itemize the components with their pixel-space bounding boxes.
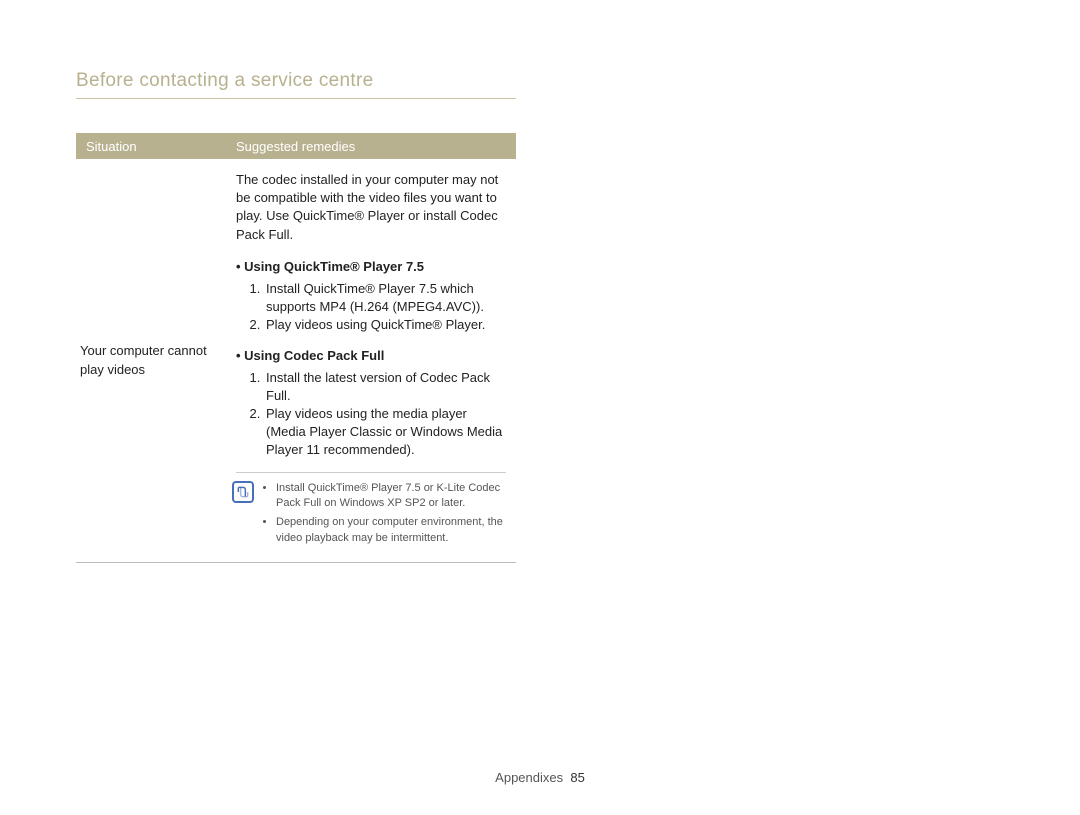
note-content: Install QuickTime® Player 7.5 or K-Lite … [262, 481, 506, 551]
note-box: Install QuickTime® Player 7.5 or K-Lite … [236, 472, 506, 551]
note-icon [232, 481, 254, 503]
intro-text: The codec installed in your computer may… [236, 171, 506, 244]
note-item: Install QuickTime® Player 7.5 or K-Lite … [276, 481, 506, 512]
th-situation: Situation [76, 139, 226, 154]
list-item: Play videos using QuickTime® Player. [264, 316, 506, 334]
list-item: Install the latest version of Codec Pack… [264, 369, 506, 405]
section2-heading: • Using Codec Pack Full [236, 347, 506, 365]
remedies-table: Situation Suggested remedies Your comput… [76, 133, 516, 563]
situation-text: Your computer cannot play videos [80, 342, 222, 378]
table-row: Your computer cannot play videos The cod… [76, 159, 516, 563]
section1-list: Install QuickTime® Player 7.5 which supp… [264, 280, 506, 335]
table-header-row: Situation Suggested remedies [76, 133, 516, 159]
page-title: Before contacting a service centre [76, 70, 373, 92]
footer-section: Appendixes [495, 770, 563, 785]
list-item: Play videos using the media player (Medi… [264, 405, 506, 460]
situation-cell: Your computer cannot play videos [76, 159, 226, 562]
title-underline [76, 98, 516, 99]
page-number: 85 [570, 770, 584, 785]
list-item: Install QuickTime® Player 7.5 which supp… [264, 280, 506, 316]
th-remedies: Suggested remedies [226, 139, 516, 154]
section1-heading: • Using QuickTime® Player 7.5 [236, 258, 506, 276]
remedies-cell: The codec installed in your computer may… [226, 159, 516, 562]
note-item: Depending on your computer environment, … [276, 515, 506, 546]
section2-list: Install the latest version of Codec Pack… [264, 369, 506, 460]
page-footer: Appendixes 85 [0, 770, 1080, 785]
